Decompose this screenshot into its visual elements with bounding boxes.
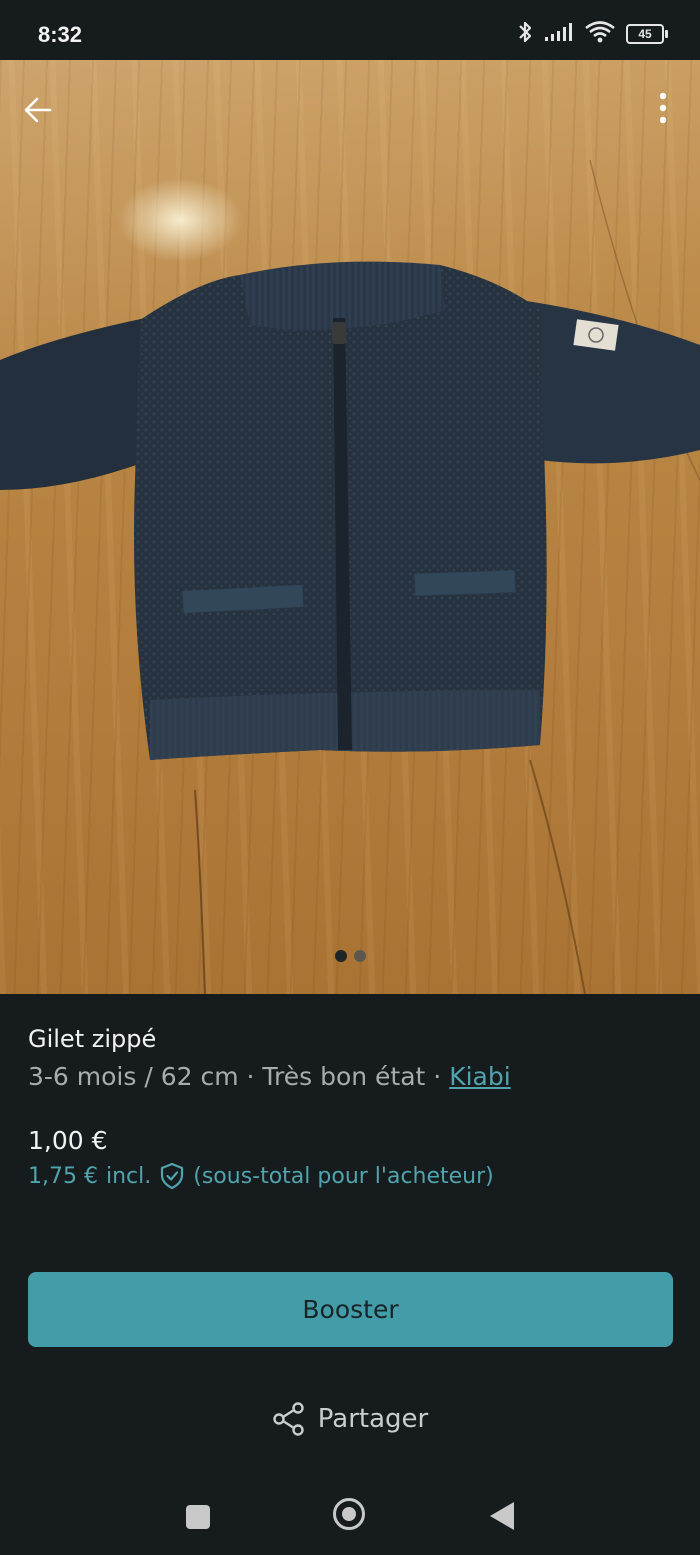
recent-apps-button[interactable] [186,1505,210,1529]
buyer-protection-price[interactable]: 1,75 € incl. (sous-total pour l'acheteur… [28,1162,494,1190]
item-title: Gilet zippé [28,1025,157,1053]
page-dot[interactable] [353,950,366,962]
incl-note: (sous-total pour l'acheteur) [193,1163,494,1189]
cardigan-photo [0,159,700,994]
status-time: 8:32 [38,22,83,47]
brand-link[interactable]: Kiabi [449,1062,510,1091]
share-button[interactable]: Partager [0,1402,700,1436]
more-options-button[interactable] [648,88,678,132]
status-icons: 45 [516,20,668,48]
home-button[interactable] [333,1498,365,1530]
system-nav-bar [0,1478,700,1555]
item-size-condition: 3-6 mois / 62 cm · Très bon état · [28,1062,450,1091]
status-bar: 8:32 45 [0,0,700,60]
booster-button[interactable]: Booster [28,1272,673,1347]
incl-label: incl. [105,1163,152,1189]
system-back-button[interactable] [490,1502,514,1530]
shield-check-icon [159,1162,185,1190]
item-details: Gilet zippé 3-6 mois / 62 cm · Très bon … [28,1022,672,1098]
share-icon [273,1402,304,1436]
incl-price: 1,75 € [28,1163,98,1189]
item-price: 1,00 € [28,1126,108,1155]
gallery-page-indicator [0,950,700,962]
battery-icon: 45 [626,24,668,44]
arrow-left-icon [24,97,52,123]
signal-icon [544,22,574,46]
item-meta: 3-6 mois / 62 cm · Très bon état · Kiabi [28,1056,672,1098]
item-photo-gallery[interactable] [0,60,700,994]
bluetooth-icon [516,20,534,48]
share-label: Partager [317,1404,429,1434]
page-dot-active[interactable] [334,950,347,962]
wifi-icon [584,20,616,48]
more-vertical-icon [659,92,667,124]
back-button[interactable] [18,90,58,130]
